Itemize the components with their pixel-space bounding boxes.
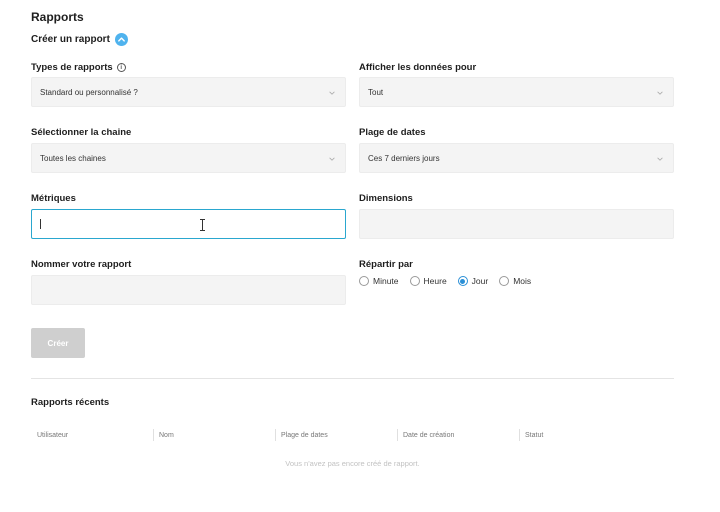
radio-heure-label: Heure [423, 276, 447, 286]
dimensions-label: Dimensions [359, 193, 413, 204]
show-data-for-value: Tout [368, 87, 384, 97]
radio-jour-label: Jour [471, 276, 489, 286]
recent-reports-table-header: Utilisateur Nom Plage de dates Date de c… [31, 426, 674, 444]
dimensions-input[interactable] [359, 209, 674, 239]
create-report-label: Créer un rapport [31, 34, 110, 45]
metrics-label: Métriques [31, 193, 76, 204]
radio-mois[interactable]: Mois [499, 276, 531, 286]
report-name-label: Nommer votre rapport [31, 259, 132, 270]
chevron-down-icon [657, 157, 663, 161]
column-header-name[interactable]: Nom [153, 426, 275, 444]
report-types-select[interactable]: Standard ou personnalisé ? [31, 77, 346, 107]
show-data-for-select[interactable]: Tout [359, 77, 674, 107]
radio-jour[interactable]: Jour [457, 276, 489, 286]
report-types-label-text: Types de rapports [31, 62, 113, 73]
recent-reports-title: Rapports récents [31, 397, 110, 408]
channel-value: Toutes les chaines [40, 153, 106, 163]
create-button[interactable]: Créer [31, 328, 85, 358]
radio-heure[interactable]: Heure [409, 276, 447, 286]
text-cursor-icon [200, 219, 205, 231]
radio-minute-dot[interactable] [359, 276, 369, 286]
date-range-value: Ces 7 derniers jours [368, 153, 440, 163]
chevron-down-icon [329, 157, 335, 161]
column-header-user[interactable]: Utilisateur [31, 426, 153, 444]
create-report-toggle[interactable]: Créer un rapport [31, 33, 128, 46]
chevron-down-icon [329, 91, 335, 95]
split-by-radio-group: Minute Heure Jour Mois [359, 276, 542, 286]
empty-state-message: Vous n'avez pas encore créé de rapport. [285, 459, 420, 468]
section-divider [31, 378, 674, 379]
column-header-created-date[interactable]: Date de création [397, 426, 519, 444]
report-name-input[interactable] [31, 275, 346, 305]
column-header-status[interactable]: Statut [519, 426, 641, 444]
channel-select[interactable]: Toutes les chaines [31, 143, 346, 173]
channel-label: Sélectionner la chaine [31, 127, 132, 138]
column-header-date-range[interactable]: Plage de dates [275, 426, 397, 444]
date-range-label: Plage de dates [359, 127, 426, 138]
radio-mois-dot[interactable] [499, 276, 510, 286]
page-title: Rapports [31, 10, 84, 24]
radio-mois-label: Mois [513, 276, 532, 286]
show-data-for-label: Afficher les données pour [359, 62, 477, 73]
split-by-label: Répartir par [359, 259, 413, 270]
report-types-value: Standard ou personnalisé ? [40, 87, 138, 97]
text-caret [40, 219, 41, 229]
radio-heure-dot[interactable] [409, 276, 420, 286]
chevron-down-icon [657, 91, 663, 95]
date-range-select[interactable]: Ces 7 derniers jours [359, 143, 674, 173]
chevron-up-icon[interactable] [114, 33, 128, 46]
radio-minute-label: Minute [373, 276, 399, 286]
radio-jour-dot[interactable] [457, 276, 468, 286]
radio-minute[interactable]: Minute [359, 276, 399, 286]
metrics-input[interactable] [31, 209, 346, 239]
report-types-label: Types de rapports i [31, 62, 126, 73]
info-icon[interactable]: i [116, 63, 126, 72]
